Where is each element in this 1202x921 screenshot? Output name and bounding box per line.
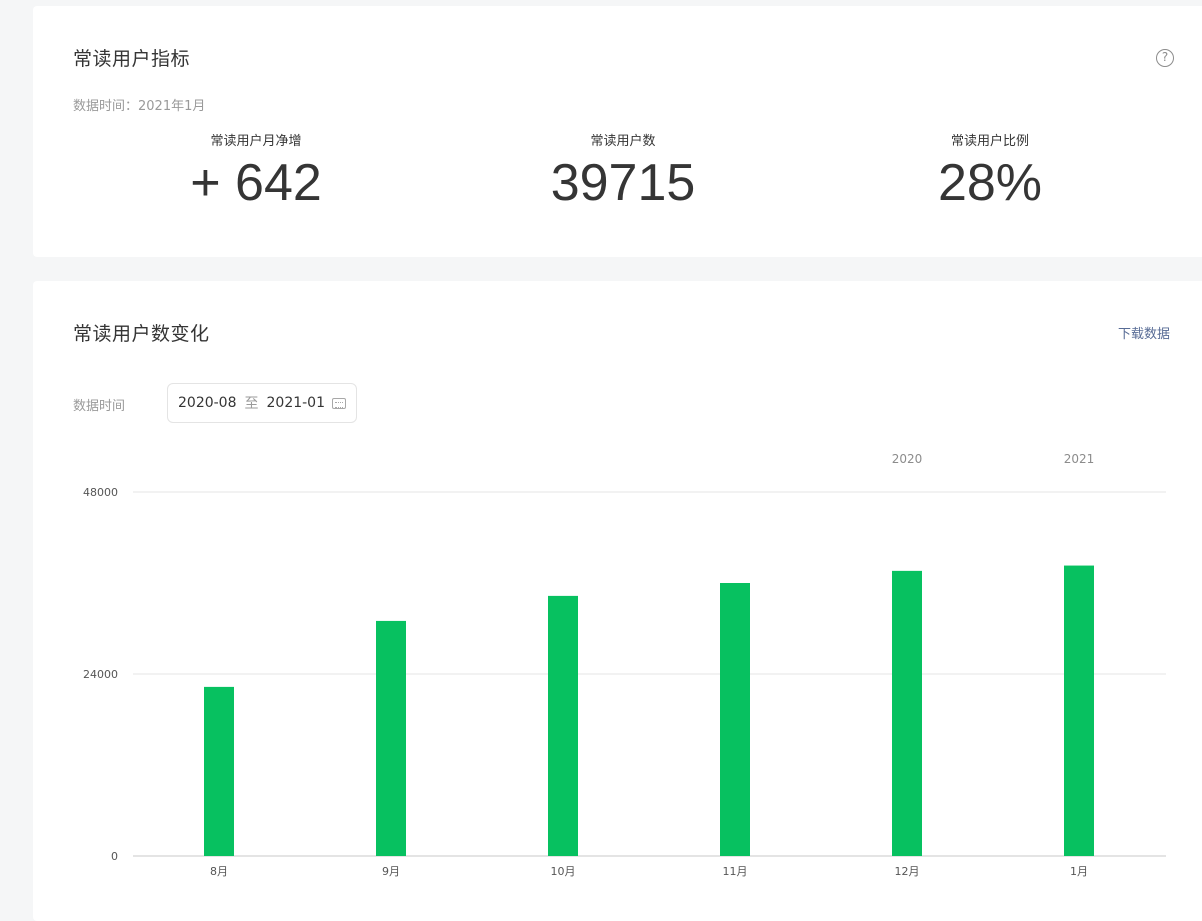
x-tick-label: 10月 (551, 865, 576, 878)
y-tick-label: 48000 (83, 486, 118, 499)
bar (204, 686, 234, 856)
metrics-card: 常读用户指标 ? 数据时间：2021年1月 常读用户月净增 + 642 常读用户… (33, 6, 1202, 257)
metric-label: 常读用户比例 (950, 134, 1029, 149)
metrics-data-time: 数据时间：2021年1月 (73, 99, 206, 114)
y-tick-label: 24000 (83, 668, 118, 681)
x-tick-label: 1月 (1070, 865, 1088, 878)
question-circle-icon[interactable]: ? (1156, 49, 1174, 67)
bar (1064, 565, 1094, 856)
x-tick-label: 9月 (382, 865, 400, 878)
metric-value: 28% (937, 154, 1043, 212)
bar (548, 595, 578, 856)
x-tick-label: 8月 (210, 865, 228, 878)
metric-label: 常读用户月净增 (210, 134, 302, 149)
year-label: 2020 (892, 452, 923, 466)
user-count-bar-chart: 0 24000 48000 8月 9月 10月 11月 12月 1月 2020 2021 (83, 452, 1166, 878)
bar (376, 620, 406, 856)
metric-label: 常读用户数 (590, 134, 656, 149)
trend-card: 常读用户数变化 下载数据 数据时间 2020-08 至 2021-01 0 240… (33, 281, 1202, 921)
metric-net-increase: 常读用户月净增 + 642 (106, 130, 406, 213)
x-tick-label: 11月 (723, 865, 748, 878)
bar (892, 570, 922, 856)
metric-value: + 642 (190, 154, 322, 212)
x-tick-label: 12月 (895, 865, 920, 878)
metrics-title: 常读用户指标 (73, 48, 191, 70)
metric-value: 39715 (550, 154, 696, 212)
year-label: 2021 (1064, 452, 1095, 466)
metric-user-count: 常读用户数 39715 (473, 130, 773, 213)
y-tick-label: 0 (111, 850, 118, 863)
metric-user-ratio: 常读用户比例 28% (840, 130, 1140, 213)
bar (720, 583, 750, 856)
